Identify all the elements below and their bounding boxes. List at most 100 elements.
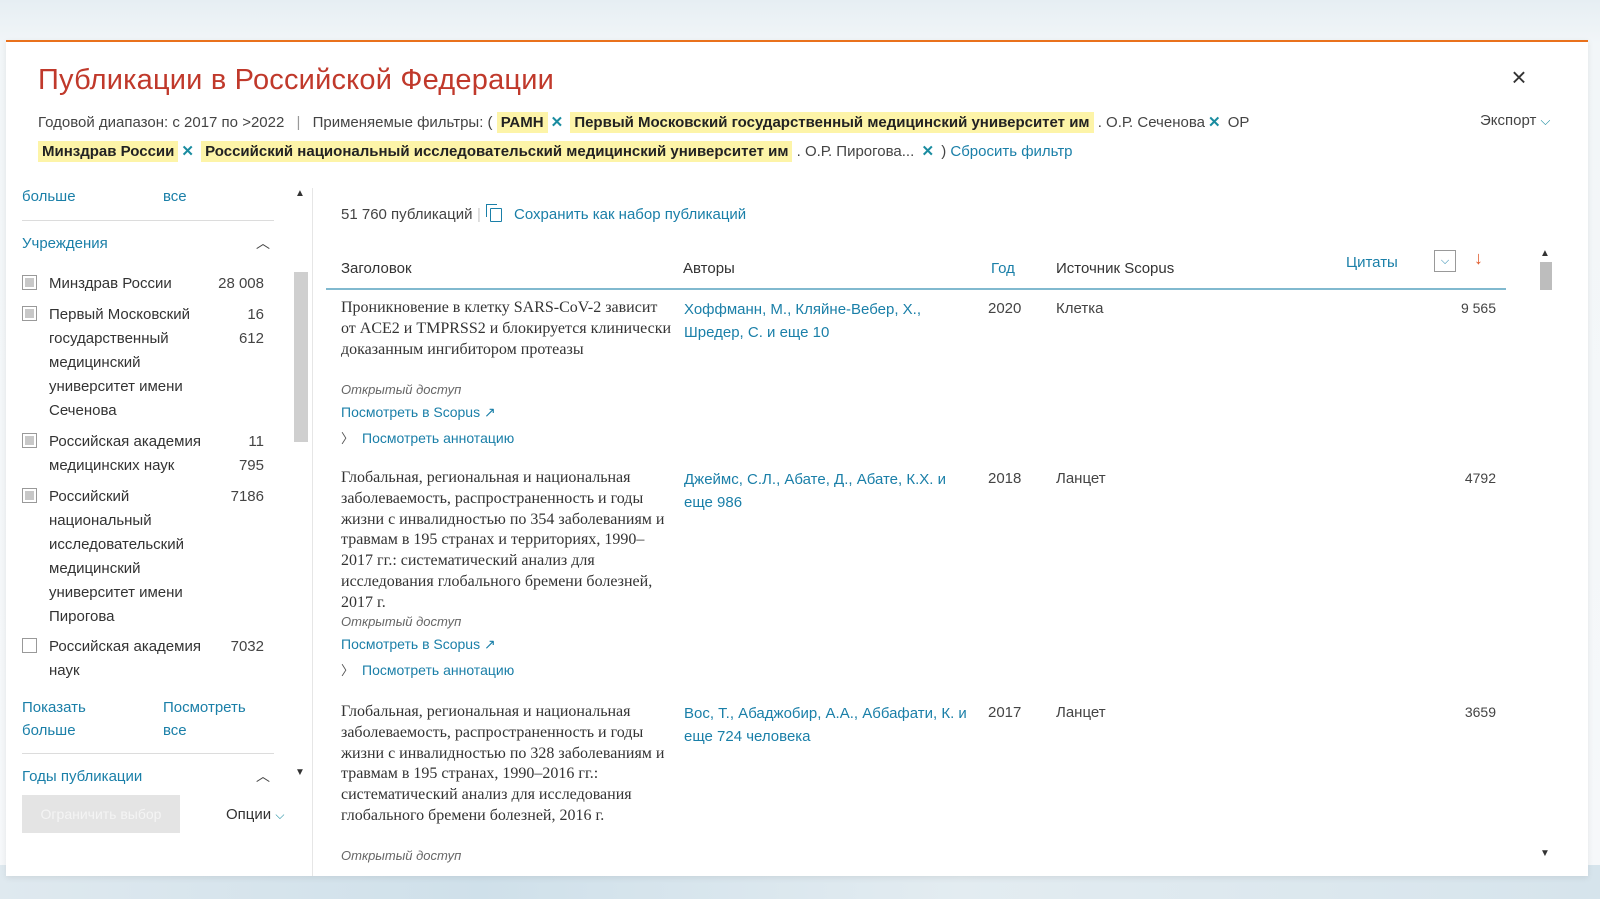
page-title: Публикации в Российской Федерации (38, 64, 555, 96)
publication-source: Ланцет (1056, 470, 1106, 487)
remove-chip-icon[interactable]: ✕ (548, 114, 567, 131)
institution-item[interactable]: Российская академия медицинских наук 11 … (22, 430, 274, 478)
view-in-scopus-link[interactable]: Посмотреть в Scopus ↗ (341, 404, 496, 421)
citation-count: 9 565 (1460, 300, 1496, 316)
view-in-scopus-link[interactable]: Посмотреть в Scopus ↗ (341, 636, 496, 653)
sort-dropdown-icon[interactable]: ⌵ (1434, 250, 1456, 272)
view-all-link[interactable]: Посмотреть все (163, 696, 263, 742)
results-scrollbar-thumb[interactable] (1540, 262, 1552, 290)
show-more-link[interactable]: Показать больше (22, 696, 122, 742)
export-dropdown[interactable]: Экспорт ⌵ (1480, 112, 1550, 129)
options-label: Опции (226, 806, 272, 823)
filters-label: Применяемые фильтры: ( (312, 114, 493, 131)
checkbox[interactable] (22, 433, 37, 448)
column-title: Заголовок (341, 260, 412, 277)
checkbox[interactable] (22, 306, 37, 321)
header-divider (326, 288, 1506, 290)
column-year[interactable]: Год (991, 260, 1015, 277)
copy-icon (486, 204, 502, 222)
filter-chip-ramn: РАМН (496, 112, 548, 133)
scroll-down-icon[interactable]: ▼ (1540, 848, 1550, 859)
save-as-set-link[interactable]: Сохранить как набор публикаций (514, 206, 746, 223)
chevron-up-icon: ︿ (256, 235, 270, 251)
scroll-up-icon[interactable]: ▲ (295, 188, 305, 199)
filter-chip-pirogov: Российский национальный исследовательски… (201, 141, 793, 162)
institution-label: Первый Московский государственный медици… (49, 306, 190, 419)
institution-item[interactable]: Первый Московский государственный медици… (22, 303, 274, 423)
publications-modal: Публикации в Российской Федерации × Годо… (6, 40, 1588, 876)
filter-sidebar: больше все Учреждения ︿ Минздрав России … (6, 188, 306, 858)
authors-link[interactable]: Джеймс, С.Л., Абате, Д., Абате, К.Х. и е… (684, 468, 974, 514)
open-access-label: Открытый доступ (341, 848, 462, 863)
export-label: Экспорт (1480, 112, 1537, 129)
publication-title: Глобальная, региональная и национальная … (341, 703, 665, 824)
separator: | (477, 206, 481, 223)
column-citations[interactable]: Цитаты (1346, 254, 1398, 271)
view-abstract-label: Посмотреть аннотацию (362, 430, 515, 446)
institution-item[interactable]: Российская академия наук 7032 (22, 635, 274, 683)
institution-count: 7186 (230, 488, 264, 505)
view-abstract-toggle[interactable]: 〉 Посмотреть аннотацию (341, 660, 514, 679)
institution-item[interactable]: Минздрав России 28 008 (22, 272, 274, 296)
checkbox[interactable] (22, 488, 37, 503)
sidebar-scrollbar-thumb[interactable] (294, 272, 308, 442)
institution-count: 7032 (230, 638, 264, 655)
chevron-right-icon: 〉 (341, 431, 355, 446)
authors-link[interactable]: Вос, Т., Абаджобир, А.А., Аббафати, К. и… (684, 702, 974, 748)
publication-title: Проникновение в клетку SARS-CoV-2 зависи… (341, 299, 672, 358)
show-more-link-top[interactable]: больше (22, 188, 76, 205)
applied-filters: Годовой диапазон: с 2017 по >2022 | Прим… (38, 108, 1328, 166)
close-icon[interactable]: × (1506, 64, 1532, 90)
remove-chip-icon[interactable]: ✕ (918, 143, 937, 160)
column-source: Источник Scopus (1056, 260, 1175, 277)
institution-label: Российская академия наук (49, 638, 201, 679)
publication-year: 2018 (988, 470, 1022, 487)
divider (312, 188, 313, 876)
open-access-label: Открытый доступ (341, 382, 462, 397)
separator: | (296, 114, 301, 131)
close-paren: ) (941, 143, 947, 160)
options-dropdown[interactable]: Опции ⌵ (226, 806, 284, 823)
year-range: Годовой диапазон: с 2017 по >2022 (38, 114, 285, 131)
years-section-header[interactable]: Годы публикации ︿ (22, 753, 274, 785)
institution-count: 16 612 (238, 306, 264, 347)
institution-count: 11 795 (238, 433, 264, 474)
scroll-up-icon[interactable]: ▲ (1540, 248, 1550, 259)
remove-chip-icon[interactable]: ✕ (178, 143, 197, 160)
publication-source: Ланцет (1056, 704, 1106, 721)
chevron-down-icon: ⌵ (1540, 113, 1551, 128)
publication-year: 2020 (988, 300, 1022, 317)
publication-title: Глобальная, региональная и национальная … (341, 469, 665, 611)
remove-chip-icon[interactable]: ✕ (1205, 114, 1224, 131)
view-all-link-top[interactable]: все (163, 188, 187, 205)
results-count: 51 760 публикаций (341, 206, 473, 223)
chip-tail-pirogov: . О.Р. Пирогова... (796, 143, 915, 160)
chevron-down-icon: ⌵ (275, 808, 285, 822)
chip-tail-sechenov: . О.Р. Сеченова (1097, 114, 1205, 131)
sort-desc-arrow-icon[interactable]: ↓ (1474, 248, 1483, 269)
institution-count: 28 008 (218, 275, 264, 292)
reset-filter-link[interactable]: Сбросить фильтр (950, 143, 1072, 160)
publication-year: 2017 (988, 704, 1022, 721)
institution-label: Российская академия медицинских наук (49, 433, 201, 474)
institutions-title: Учреждения (22, 235, 108, 252)
authors-link[interactable]: Хоффманн, М., Кляйне-Вебер, Х., Шредер, … (684, 298, 974, 344)
column-authors: Авторы (683, 260, 735, 277)
results-panel: 51 760 публикаций | Сохранить как набор … (326, 188, 1536, 876)
citation-count: 4792 (1464, 470, 1496, 486)
checkbox[interactable] (22, 638, 37, 653)
filter-chip-sechenov: Первый Московский государственный медици… (570, 112, 1094, 133)
or-word: ОР (1227, 114, 1250, 131)
open-access-label: Открытый доступ (341, 614, 462, 629)
institution-label: Российский национальный исследовательски… (49, 488, 184, 625)
publication-source: Клетка (1056, 300, 1104, 317)
checkbox[interactable] (22, 275, 37, 290)
institution-label: Минздрав России (49, 275, 172, 292)
filter-chip-minzdrav: Минздрав России (38, 141, 179, 162)
scroll-down-icon[interactable]: ▼ (295, 767, 305, 778)
limit-selection-button[interactable]: Ограничить выбор (22, 795, 180, 833)
institution-item[interactable]: Российский национальный исследовательски… (22, 485, 274, 625)
years-title: Годы публикации (22, 768, 143, 785)
view-abstract-toggle[interactable]: 〉 Посмотреть аннотацию (341, 428, 514, 447)
institutions-section-header[interactable]: Учреждения ︿ (22, 220, 274, 252)
